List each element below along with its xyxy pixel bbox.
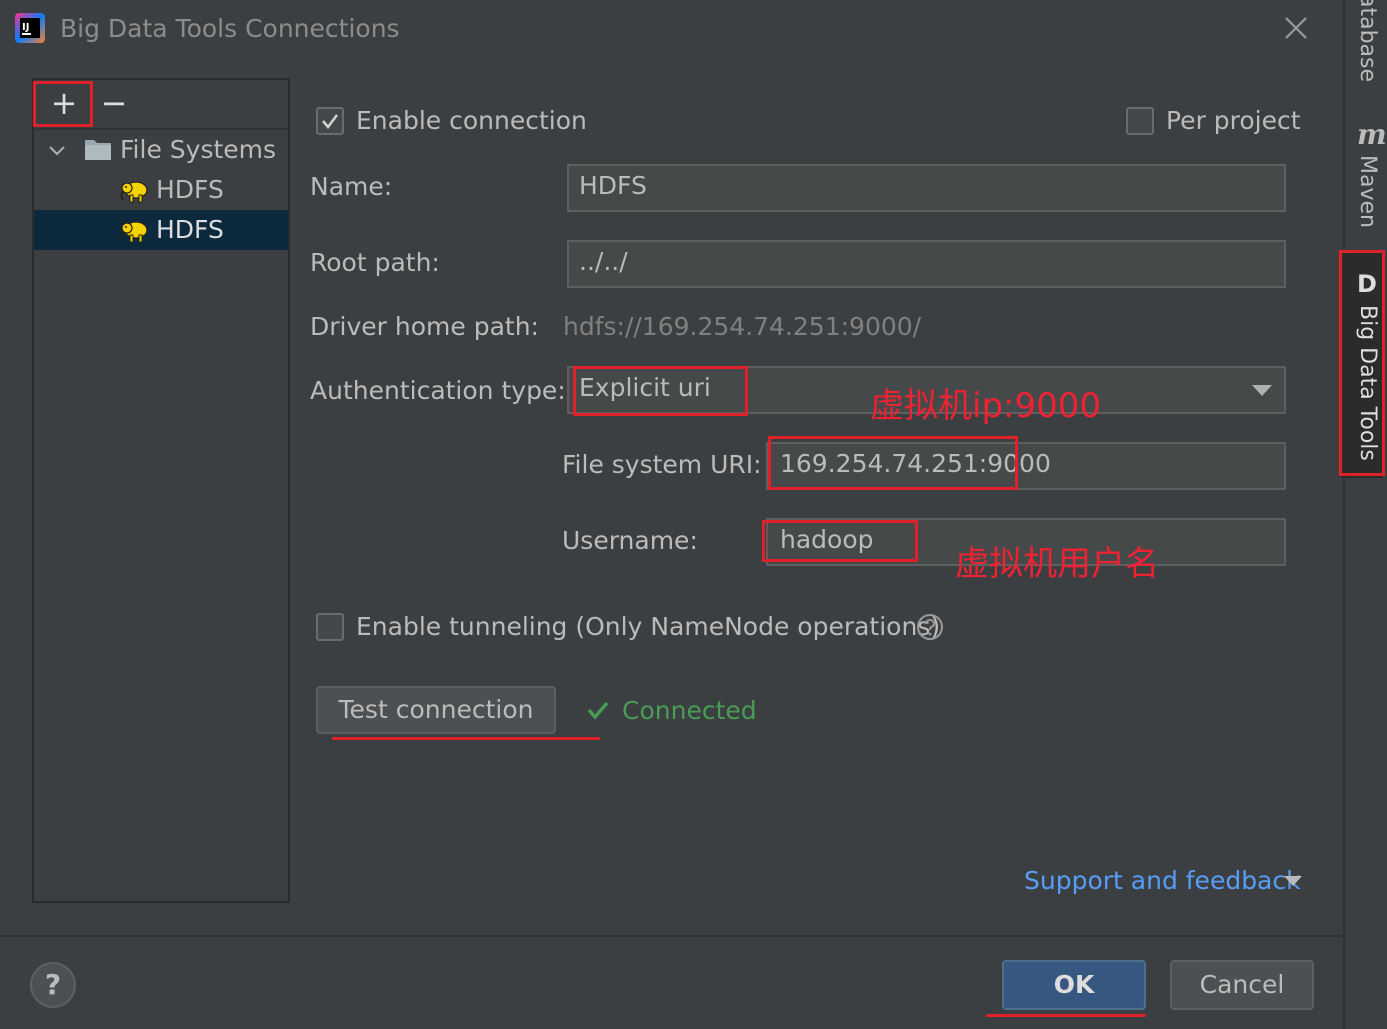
cancel-button[interactable]: Cancel — [1170, 960, 1314, 1010]
maven-icon: m — [1357, 118, 1387, 151]
checkmark-icon — [322, 114, 339, 130]
folder-icon — [85, 140, 111, 160]
annotation-box-big-data-tools — [1339, 250, 1385, 476]
enable-tunneling-label: Enable tunneling (Only NameNode operatio… — [356, 612, 941, 641]
enable-connection-checkbox[interactable] — [316, 107, 344, 135]
driver-home-path-label: Driver home path: — [310, 312, 539, 341]
hadoop-elephant-icon — [120, 181, 148, 203]
help-circle-icon[interactable] — [916, 613, 944, 641]
name-input[interactable]: HDFS — [567, 164, 1286, 212]
tool-tab-maven[interactable]: Maven — [1355, 155, 1380, 228]
annotation-user-note: 虚拟机用户名 — [955, 544, 1159, 584]
connection-status-label: Connected — [622, 696, 757, 725]
root-path-input[interactable]: ../../ — [567, 240, 1286, 288]
tree-group-file-systems[interactable]: File Systems — [34, 130, 288, 170]
per-project-checkbox[interactable] — [1126, 107, 1154, 135]
svg-text:IJ: IJ — [22, 22, 29, 33]
dropdown-arrow-icon[interactable] — [1252, 385, 1272, 397]
file-system-uri-label: File system URI: — [562, 450, 762, 479]
annotation-ip-note: 虚拟机ip:9000 — [870, 386, 1102, 426]
enable-connection-label: Enable connection — [356, 106, 587, 135]
tree-item-label: HDFS — [156, 175, 224, 204]
tree-item-label: HDFS — [156, 215, 224, 244]
connections-tree-panel: + − File Systems HDFS HDFS — [32, 78, 290, 903]
remove-connection-button[interactable]: − — [98, 87, 130, 120]
footer-separator — [0, 935, 1343, 937]
check-icon — [587, 701, 609, 720]
enable-tunneling-checkbox[interactable] — [316, 613, 344, 641]
window-title: Big Data Tools Connections — [60, 14, 400, 43]
test-connection-button[interactable]: Test connection — [316, 686, 556, 734]
support-and-feedback-link[interactable]: Support and feedback — [1024, 864, 1301, 898]
tree-item-hdfs-2[interactable]: HDFS — [34, 210, 288, 250]
close-icon[interactable] — [1280, 12, 1312, 44]
tree-item-hdfs-1[interactable]: HDFS — [34, 170, 288, 210]
hadoop-elephant-icon — [120, 221, 148, 243]
annotation-underline-test — [332, 737, 600, 740]
root-path-label: Root path: — [310, 248, 440, 277]
driver-home-path-value: hdfs://169.254.74.251:9000/ — [563, 312, 922, 341]
help-button[interactable]: ? — [30, 962, 76, 1008]
annotation-box-auth-type — [573, 366, 748, 416]
per-project-label: Per project — [1166, 106, 1301, 135]
dropdown-arrow-icon[interactable] — [1284, 876, 1302, 887]
authentication-type-label: Authentication type: — [310, 376, 566, 405]
name-label: Name: — [310, 172, 393, 201]
annotation-box-uri — [768, 436, 1018, 490]
ok-button[interactable]: OK — [1002, 960, 1146, 1010]
annotation-underline-ok — [986, 1014, 1146, 1017]
tool-tab-database[interactable]: atabase — [1355, 0, 1380, 82]
intellij-logo-icon: IJ — [15, 13, 45, 43]
tree-group-label: File Systems — [120, 135, 277, 164]
username-label: Username: — [562, 526, 698, 555]
tool-window-strip: atabase m Maven D Big Data Tools — [1341, 0, 1387, 1029]
annotation-box-username — [762, 520, 918, 562]
chevron-down-icon[interactable] — [48, 142, 66, 160]
annotation-box-add — [33, 81, 93, 127]
